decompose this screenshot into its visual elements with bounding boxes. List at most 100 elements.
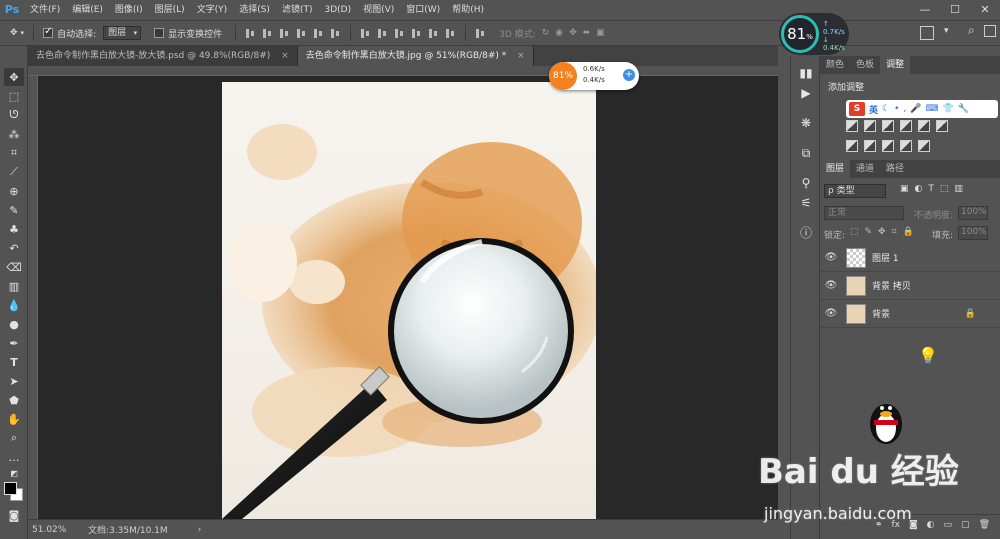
ime-toolbar[interactable]: S 英 ☾•,🎤⌨👕🔧 bbox=[846, 100, 998, 118]
posterize-icon[interactable] bbox=[864, 140, 876, 152]
eye-icon[interactable]: 👁 bbox=[820, 308, 842, 319]
info-icon[interactable]: ⓘ bbox=[797, 224, 815, 242]
document-image[interactable] bbox=[222, 82, 596, 519]
layer-row-layer1[interactable]: 👁 图层 1 bbox=[820, 244, 1000, 272]
crop-tool-icon[interactable]: ⌗ bbox=[4, 144, 24, 162]
marquee-tool-icon[interactable]: ⬚ bbox=[4, 87, 24, 105]
color-balance-icon[interactable] bbox=[864, 120, 876, 132]
distribute-hcenter-icon[interactable] bbox=[428, 28, 439, 39]
auto-align-icon[interactable] bbox=[475, 28, 486, 39]
canvas-area[interactable] bbox=[38, 76, 778, 519]
tab-color[interactable]: 颜色 bbox=[820, 56, 850, 74]
layer-row-background-copy[interactable]: 👁 背景 拷贝 bbox=[820, 272, 1000, 300]
new-layer-icon[interactable]: ▢ bbox=[961, 520, 970, 530]
photo-filter-icon[interactable] bbox=[900, 120, 912, 132]
group-folder-icon[interactable]: ▭ bbox=[944, 520, 953, 530]
move-tool-icon[interactable]: ✥ bbox=[4, 68, 24, 86]
adjustment-layer-icon[interactable]: ◐ bbox=[927, 520, 935, 530]
path-select-tool-icon[interactable]: ➤ bbox=[4, 372, 24, 390]
brush-settings-icon[interactable]: ❋ bbox=[797, 114, 815, 132]
search-icon[interactable]: ⌕ bbox=[968, 23, 975, 38]
opacity-value[interactable]: 100% bbox=[958, 206, 988, 220]
black-white-icon[interactable] bbox=[882, 120, 894, 132]
trash-icon[interactable]: 🗑 bbox=[979, 520, 990, 530]
distribute-left-icon[interactable] bbox=[411, 28, 422, 39]
panel-layout-icon[interactable] bbox=[984, 25, 996, 37]
close-icon[interactable]: × bbox=[281, 51, 289, 61]
eye-icon[interactable]: 👁 bbox=[820, 252, 842, 263]
menu-image[interactable]: 图像(I) bbox=[109, 0, 149, 20]
channel-mixer-icon[interactable] bbox=[918, 120, 930, 132]
menu-3d[interactable]: 3D(D) bbox=[318, 0, 357, 20]
selective-color-icon[interactable] bbox=[918, 140, 930, 152]
gradient-map-icon[interactable] bbox=[900, 140, 912, 152]
align-vcenter-icon[interactable] bbox=[262, 28, 273, 39]
clone-source-icon[interactable]: ⧉ bbox=[797, 144, 815, 162]
ime-lang[interactable]: 英 bbox=[869, 103, 878, 116]
tool-presets-icon[interactable]: ⚲ bbox=[797, 174, 815, 192]
close-icon[interactable]: × bbox=[517, 51, 525, 61]
lock-icons[interactable]: ⬚✎✥⌗🔒 bbox=[850, 227, 920, 237]
blend-mode-dropdown[interactable]: 正常 bbox=[824, 206, 904, 220]
ime-icons[interactable]: ☾•,🎤⌨👕🔧 bbox=[882, 104, 973, 114]
pen-tool-icon[interactable]: ✒ bbox=[4, 334, 24, 352]
blur-tool-icon[interactable]: 💧 bbox=[4, 296, 24, 314]
menu-type[interactable]: 文字(Y) bbox=[191, 0, 234, 20]
invert-icon[interactable] bbox=[846, 140, 858, 152]
tab-magnifier-psd[interactable]: 去色命令制作黑白放大镜-放大镜.psd @ 49.8%(RGB/8#) × bbox=[28, 46, 298, 66]
menu-select[interactable]: 选择(S) bbox=[233, 0, 276, 20]
healing-tool-icon[interactable]: ⊕ bbox=[4, 182, 24, 200]
history-icon[interactable]: ▮▮ bbox=[797, 64, 815, 82]
menu-file[interactable]: 文件(F) bbox=[24, 0, 66, 20]
minimize-button[interactable]: — bbox=[910, 0, 940, 20]
align-bottom-icon[interactable] bbox=[279, 28, 290, 39]
threshold-icon[interactable] bbox=[882, 140, 894, 152]
properties-sliders-icon[interactable]: ⚟ bbox=[797, 194, 815, 212]
auto-select-target-dropdown[interactable]: 图层 ▾ bbox=[103, 26, 142, 40]
actions-play-icon[interactable]: ▶ bbox=[797, 84, 815, 102]
add-mask-icon[interactable]: ◙ bbox=[909, 520, 918, 530]
maximize-button[interactable]: ☐ bbox=[940, 0, 970, 20]
foreground-color-swatch[interactable] bbox=[4, 482, 17, 495]
zoom-tool-icon[interactable]: ⌕ bbox=[4, 429, 24, 447]
shape-tool-icon[interactable]: ⬟ bbox=[4, 391, 24, 409]
zoom-level[interactable]: 51.02% bbox=[28, 525, 76, 535]
menu-view[interactable]: 视图(V) bbox=[357, 0, 400, 20]
auto-select-toggle[interactable]: 自动选择: bbox=[40, 25, 99, 41]
workspace-icon[interactable] bbox=[920, 26, 934, 40]
link-layers-icon[interactable]: ⚭ bbox=[875, 520, 883, 530]
color-lookup-icon[interactable] bbox=[936, 120, 948, 132]
menu-window[interactable]: 窗口(W) bbox=[400, 0, 446, 20]
distribute-vcenter-icon[interactable] bbox=[377, 28, 388, 39]
align-hcenter-icon[interactable] bbox=[313, 28, 324, 39]
align-top-icon[interactable] bbox=[245, 28, 256, 39]
clone-stamp-tool-icon[interactable]: ♣ bbox=[4, 220, 24, 238]
menu-layer[interactable]: 图层(L) bbox=[149, 0, 191, 20]
tab-swatches[interactable]: 色板 bbox=[850, 56, 880, 74]
gradient-tool-icon[interactable]: ▥ bbox=[4, 277, 24, 295]
menu-edit[interactable]: 编辑(E) bbox=[66, 0, 109, 20]
menu-filter[interactable]: 滤镜(T) bbox=[276, 0, 319, 20]
eye-icon[interactable]: 👁 bbox=[820, 280, 842, 291]
lasso-tool-icon[interactable]: ᘎ bbox=[4, 106, 24, 124]
show-transform-checkbox[interactable] bbox=[154, 28, 165, 38]
brush-tool-icon[interactable]: ✎ bbox=[4, 201, 24, 219]
fill-value[interactable]: 100% bbox=[958, 226, 988, 240]
eraser-tool-icon[interactable]: ⌫ bbox=[4, 258, 24, 276]
tab-magnifier-jpg[interactable]: 去色命令制作黑白放大镜.jpg @ 51%(RGB/8#) * × bbox=[297, 46, 534, 66]
magic-wand-tool-icon[interactable]: ⁂ bbox=[4, 125, 24, 143]
show-transform-toggle[interactable]: 显示变换控件 bbox=[151, 25, 225, 41]
speed-ball-widget[interactable]: 81% 0.6K/s 0.4K/s + bbox=[549, 62, 639, 90]
type-tool-icon[interactable]: T bbox=[4, 353, 24, 371]
dodge-tool-icon[interactable]: ● bbox=[4, 315, 24, 333]
layer-row-background[interactable]: 👁 背景 🔒 bbox=[820, 300, 1000, 328]
move-tool-preset[interactable]: ✥ ▾ bbox=[0, 25, 27, 41]
tab-adjustments[interactable]: 调整 bbox=[880, 56, 911, 74]
distribute-right-icon[interactable] bbox=[445, 28, 456, 39]
align-left-icon[interactable] bbox=[296, 28, 307, 39]
hue-saturation-icon[interactable] bbox=[846, 120, 858, 132]
menu-help[interactable]: 帮助(H) bbox=[446, 0, 490, 20]
lock-icon[interactable]: 🔒 bbox=[965, 309, 976, 319]
tab-layers[interactable]: 图层 bbox=[820, 160, 851, 178]
quick-mask-icon[interactable]: ◙ bbox=[4, 506, 24, 524]
